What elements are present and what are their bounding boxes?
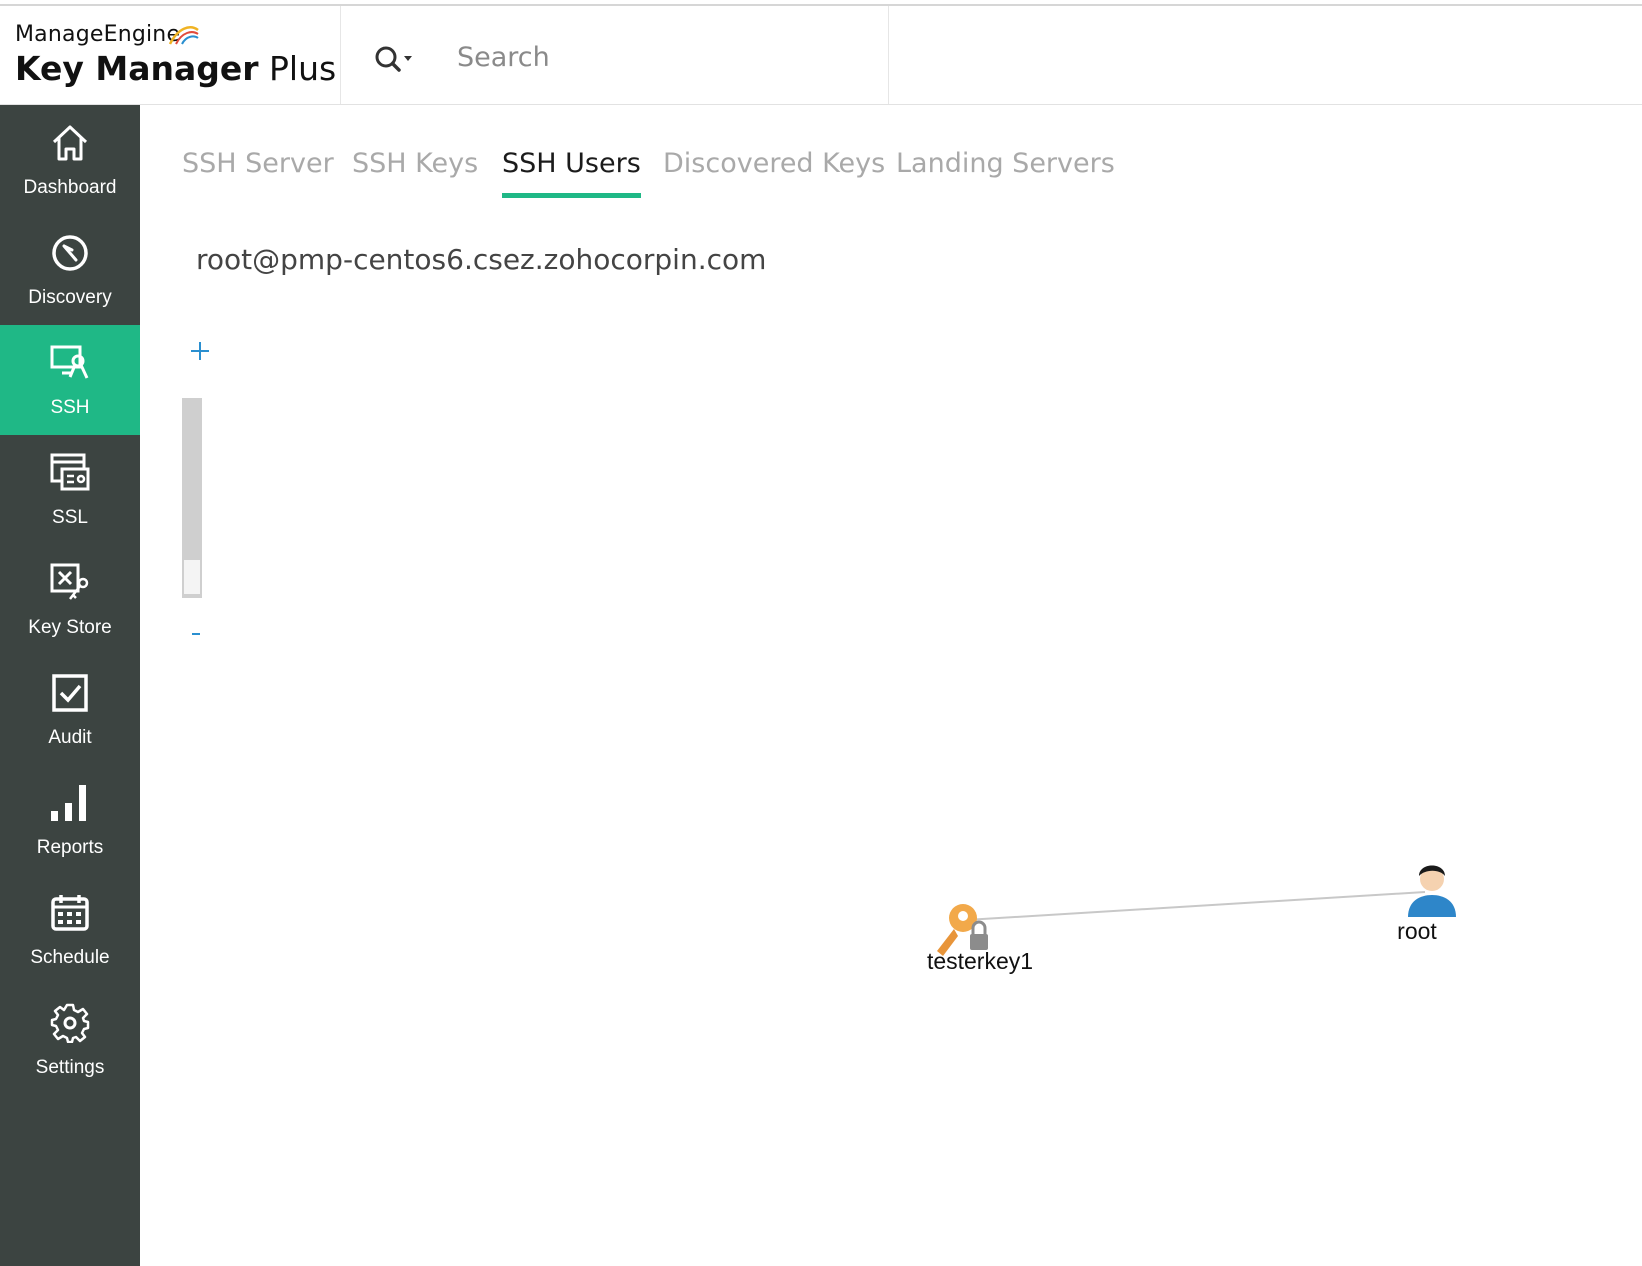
gear-icon — [50, 1003, 90, 1043]
sidebar-item-ssh[interactable]: SSH — [0, 325, 140, 435]
sidebar-item-key-store[interactable]: Key Store — [0, 545, 140, 655]
key-store-icon — [50, 563, 89, 600]
brand-product: Key Manager Plus — [15, 49, 336, 88]
sidebar-item-label: Reports — [36, 837, 104, 858]
brand-logo[interactable]: ManageEngine Key Manager Plus — [15, 22, 336, 88]
graph-node-label: root — [1397, 918, 1437, 944]
page-title: root@pmp-centos6.csez.zohocorpin.com — [196, 243, 767, 276]
brand-vendor: ManageEngine — [15, 22, 181, 47]
graph-node-testerkey1[interactable]: testerkey1 — [927, 904, 1033, 974]
sidebar-item-label: Discovery — [28, 287, 112, 308]
sidebar-item-ssl[interactable]: SSL — [0, 435, 140, 545]
sidebar-item-label: Settings — [35, 1057, 105, 1078]
sidebar-item-dashboard[interactable]: Dashboard — [0, 105, 140, 215]
sidebar-item-label: SSH — [50, 397, 90, 418]
header-divider — [340, 6, 341, 104]
user-icon — [1408, 865, 1456, 917]
app-header: ManageEngine Key Manager Plus — [0, 6, 1642, 105]
search-input[interactable] — [455, 36, 859, 78]
tab-ssh-server[interactable]: SSH Server — [182, 148, 334, 193]
certificate-icon — [50, 453, 90, 491]
chevron-down-icon — [404, 56, 412, 61]
sidebar-item-settings[interactable]: Settings — [0, 985, 140, 1095]
sidebar-item-reports[interactable]: Reports — [0, 765, 140, 875]
locked-key-icon — [937, 904, 988, 956]
sidebar-item-audit[interactable]: Audit — [0, 655, 140, 765]
sidebar-item-label: Key Store — [28, 617, 112, 638]
audit-check-icon — [52, 674, 88, 712]
sidebar-item-label: Schedule — [30, 947, 110, 968]
sidebar-nav: Dashboard Discovery SSH SSL Key Store Au… — [0, 105, 140, 1266]
ssh-monitor-icon — [50, 345, 89, 379]
graph-edge — [965, 891, 1426, 921]
ssh-user-graph: testerkey1 root — [927, 865, 1456, 974]
tab-discovered-keys[interactable]: Discovered Keys — [663, 148, 885, 193]
bar-chart-icon — [51, 785, 86, 821]
tab-landing-servers[interactable]: Landing Servers — [896, 148, 1115, 193]
home-icon — [52, 125, 88, 161]
sidebar-item-schedule[interactable]: Schedule — [0, 875, 140, 985]
sidebar-item-label: SSL — [52, 507, 88, 528]
tab-ssh-users[interactable]: SSH Users — [502, 148, 641, 198]
sidebar-item-discovery[interactable]: Discovery — [0, 215, 140, 325]
header-divider — [888, 6, 889, 104]
brand-arc-icon — [168, 26, 199, 45]
brand-product-light: Plus — [258, 49, 337, 88]
tab-ssh-keys[interactable]: SSH Keys — [352, 148, 478, 193]
search-options-button[interactable] — [374, 44, 418, 74]
search-icon — [375, 46, 412, 72]
brand-product-bold: Key Manager — [15, 49, 259, 88]
sidebar-item-label: Audit — [48, 727, 92, 748]
graph-node-label: testerkey1 — [927, 948, 1033, 974]
zoom-in-button[interactable]: + — [189, 340, 211, 362]
calendar-icon — [51, 895, 89, 931]
zoom-out-button[interactable]: - — [190, 628, 202, 640]
sidebar-item-label: Dashboard — [23, 177, 117, 198]
graph-node-root[interactable]: root — [1397, 865, 1456, 945]
zoom-slider-thumb[interactable] — [184, 560, 200, 594]
compass-icon — [52, 235, 88, 271]
